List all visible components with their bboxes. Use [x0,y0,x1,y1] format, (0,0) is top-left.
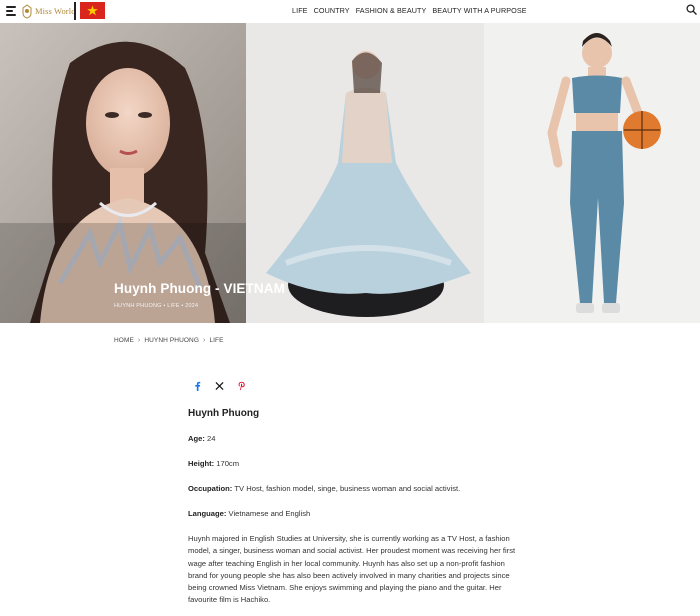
site-header: Miss World LIFE COUNTRY FASHION & BEAUTY… [0,0,700,23]
fact-language: Language: Vietnamese and English [188,509,518,518]
nav-fashion-beauty[interactable]: FASHION & BEAUTY [356,6,427,15]
profile-bio: Huynh majored in English Studies at Univ… [188,534,516,605]
crest-icon [22,3,32,19]
breadcrumb-home[interactable]: HOME [114,337,134,344]
profile-name-heading: Huynh Phuong [188,408,260,419]
hero-meta: HUYNH PHUONG • LIFE • 2024 [114,303,199,309]
search-icon[interactable] [686,4,697,15]
hero-portrait-image [0,23,246,323]
share-bar [193,381,246,391]
fact-value: 24 [206,434,216,443]
fact-label: Occupation: [188,484,235,493]
fact-value: 170cm [216,459,240,468]
breadcrumb-profile[interactable]: HUYNH PHUONG [144,337,199,344]
star-icon [87,5,98,16]
main-nav: LIFE COUNTRY FASHION & BEAUTY BEAUTY WIT… [292,6,527,15]
nav-beauty-with-a-purpose[interactable]: BEAUTY WITH A PURPOSE [432,6,526,15]
fact-label: Age: [188,434,207,443]
fact-value: Vietnamese and English [228,509,311,518]
nav-life[interactable]: LIFE [292,6,308,15]
brand-name: Miss World [35,6,76,16]
hero-banner: Huynh Phuong - VIETNAM HUYNH PHUONG • LI… [0,23,700,323]
pinterest-icon[interactable] [237,381,246,391]
hero-sport-image [484,23,700,323]
hero-title: Huynh Phuong - VIETNAM [114,281,285,296]
chevron-right-icon: › [137,337,141,344]
fact-age: Age: 24 [188,434,518,443]
hero-gown-image [246,23,484,323]
nav-country[interactable]: COUNTRY [314,6,350,15]
header-divider [74,2,76,20]
x-icon[interactable] [215,381,224,391]
fact-height: Height: 170cm [188,459,518,468]
fact-occupation: Occupation: TV Host, fashion model, sing… [188,484,518,493]
hamburger-menu-icon[interactable] [6,5,18,16]
fact-value: TV Host, fashion model, singe, business … [234,484,461,493]
miss-world-logo[interactable]: Miss World [21,3,76,19]
breadcrumb-section[interactable]: LIFE [209,337,223,344]
fact-label: Height: [188,459,217,468]
fact-label: Language: [188,509,229,518]
breadcrumb: HOME › HUYNH PHUONG › LIFE [114,337,224,344]
vietnam-flag-icon[interactable] [80,2,105,19]
facebook-icon[interactable] [193,381,202,391]
chevron-right-icon: › [203,337,206,344]
